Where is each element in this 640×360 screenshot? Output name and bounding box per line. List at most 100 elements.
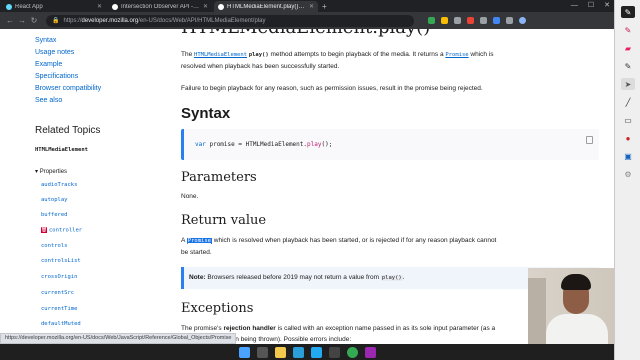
related-topics-heading: Related Topics [35, 125, 101, 136]
property-name: controller [49, 227, 83, 234]
pointer-icon[interactable]: ➤ [621, 78, 635, 90]
webcam-person-hair [561, 274, 591, 290]
back-arrow-icon[interactable]: ← [4, 16, 16, 25]
pen-icon[interactable]: ✎ [621, 6, 635, 18]
property-link[interactable]: controls [41, 243, 68, 249]
code-function: play [307, 141, 322, 148]
return-text: which is resolved when playback has been… [213, 237, 476, 244]
screen-icon[interactable]: ▣ [621, 150, 635, 162]
line-icon[interactable]: ╱ [621, 96, 635, 108]
react-favicon-icon [6, 3, 12, 10]
promise-link[interactable]: Promise [445, 52, 468, 58]
related-link-htmlmediaelement[interactable]: HTMLMediaElement [35, 147, 88, 153]
chrome-icon[interactable] [346, 346, 358, 358]
property-link[interactable]: controlsList [41, 258, 81, 264]
lock-icon: 🔒 [52, 18, 60, 24]
url-path: /en-US/docs/Web/API/HTMLMediaElement/pla… [138, 17, 266, 24]
exceptions-bold: rejection handler [223, 325, 276, 332]
browser-tab-bar: React App ✕ Intersection Observer API - … [0, 0, 640, 12]
reload-icon[interactable]: ↻ [28, 16, 40, 25]
tab-react-app[interactable]: React App ✕ [2, 1, 106, 12]
properties-toggle[interactable]: ▾ Properties [35, 168, 67, 175]
webcam-overlay [528, 268, 614, 348]
property-link[interactable]: audioTracks [41, 182, 77, 188]
annotation-toolbar: ✎ ✎ ▰ ✎ ➤ ╱ ▭ ● ▣ ⚙ [614, 0, 640, 360]
marker-icon[interactable]: ✎ [621, 60, 635, 72]
exceptions-text: The promise's [181, 325, 222, 332]
settings-icon[interactable]: ⚙ [621, 168, 635, 180]
mdn-favicon-icon [112, 3, 118, 10]
sidebar-link-example[interactable]: Example [35, 61, 62, 68]
property-link[interactable]: crossOrigin [41, 274, 77, 280]
sidebar-link-specifications[interactable]: Specifications [35, 73, 78, 80]
profile-avatar-icon[interactable] [519, 17, 526, 24]
extension-icons [428, 17, 526, 24]
sidebar-link-syntax[interactable]: Syntax [35, 37, 56, 44]
shape-icon[interactable]: ▭ [621, 114, 635, 126]
property-link[interactable]: buffered [41, 212, 68, 218]
return-value-paragraph: A Promise which is resolved when playbac… [181, 235, 501, 258]
note-text: Browsers released before 2019 may not re… [207, 274, 380, 281]
maximize-icon[interactable]: ☐ [588, 0, 594, 11]
file-explorer-icon[interactable] [274, 346, 286, 358]
code-line: var promise = HTMLMediaElement.play(); [195, 141, 332, 148]
close-window-icon[interactable]: ✕ [604, 0, 610, 11]
sidebar-link-browser-compatibility[interactable]: Browser compatibility [35, 85, 101, 92]
exceptions-heading: Exceptions [181, 301, 254, 316]
webcam-person-body [546, 314, 608, 348]
note-code: play() [380, 275, 403, 281]
highlighter-icon[interactable]: ✎ [621, 24, 635, 36]
intro-text: method attempts to begin playback of the… [270, 51, 444, 58]
close-icon[interactable]: ✕ [309, 3, 314, 10]
color-red-icon[interactable]: ● [621, 132, 635, 144]
property-link[interactable]: defaultMuted [41, 321, 81, 327]
syntax-heading: Syntax [181, 105, 231, 122]
intro-text: The [181, 51, 193, 58]
property-link[interactable]: currentTime [41, 306, 77, 312]
code-keyword: var [195, 141, 206, 148]
note-label: Note: [189, 274, 206, 281]
tab-htmlmediaelement-play[interactable]: HTMLMediaElement.play() - Web ✕ [214, 1, 318, 12]
extension-icon[interactable] [428, 17, 435, 24]
window-controls: — ☐ ✕ [571, 0, 610, 11]
new-tab-button[interactable]: + [322, 1, 327, 12]
extension-icon[interactable] [506, 17, 513, 24]
edge-icon[interactable] [292, 346, 304, 358]
property-link[interactable]: autoplay [41, 197, 68, 203]
mdn-favicon-icon [218, 3, 224, 10]
property-link[interactable]: currentSrc [41, 290, 74, 296]
extension-icon[interactable] [467, 17, 474, 24]
exceptions-text: is called with an exception name passed … [277, 325, 490, 332]
minimize-icon[interactable]: — [571, 0, 578, 11]
app-icon[interactable] [364, 346, 376, 358]
address-bar-row: ← → ↻ 🔒 https://developer.mozilla.org/en… [0, 12, 640, 29]
status-bar-url: https://developer.mozilla.org/en-US/docs… [0, 333, 237, 344]
extension-icon[interactable] [454, 17, 461, 24]
copy-icon[interactable] [586, 136, 593, 144]
parameters-text: None. [181, 193, 199, 200]
sidebar-link-usage-notes[interactable]: Usage notes [35, 49, 74, 56]
sidebar-link-see-also[interactable]: See also [35, 97, 62, 104]
tab-intersection-observer[interactable]: Intersection Observer API - Web ✕ [108, 1, 212, 12]
extension-icon[interactable] [493, 17, 500, 24]
extension-icon[interactable] [441, 17, 448, 24]
eraser-icon[interactable]: ▰ [621, 42, 635, 54]
close-icon[interactable]: ✕ [97, 3, 102, 10]
vscode-icon[interactable] [310, 346, 322, 358]
close-icon[interactable]: ✕ [203, 3, 208, 10]
url-host: developer.mozilla.org [81, 17, 139, 24]
windows-start-icon[interactable] [238, 346, 250, 358]
property-link-deprecated[interactable]: 🗑 controller [41, 227, 82, 234]
extension-icon[interactable] [480, 17, 487, 24]
code-text: (); [321, 141, 333, 148]
promise-link-selected[interactable]: Promise [186, 238, 212, 244]
url-field[interactable]: 🔒 https://developer.mozilla.org/en-US/do… [46, 14, 414, 27]
htmlmediaelement-link[interactable]: HTMLMediaElement [194, 52, 247, 58]
search-icon[interactable] [256, 346, 268, 358]
left-sidebar: Syntax Usage notes Example Specification… [0, 29, 165, 360]
forward-arrow-icon[interactable]: → [16, 16, 28, 25]
page-title: HTMLMediaElement.play() [181, 29, 430, 38]
return-text: A [181, 237, 185, 244]
tab-title: React App [15, 3, 43, 10]
terminal-icon[interactable] [328, 346, 340, 358]
